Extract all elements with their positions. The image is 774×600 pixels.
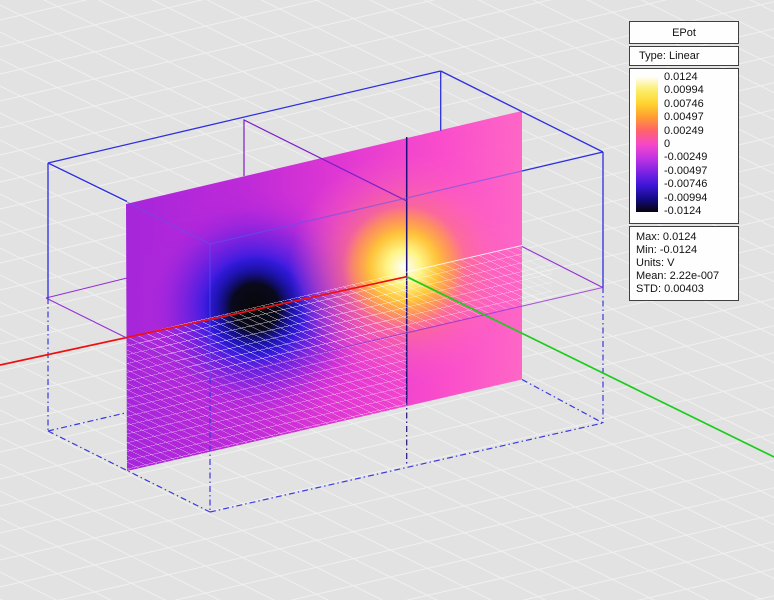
simulation-window: EPot Type: Linear 0.01240.009940.007460.… (0, 0, 774, 600)
colorbar-tick-label: -0.00994 (664, 192, 707, 204)
stat-line: Units: V (636, 257, 738, 270)
stat-line: STD: 0.00403 (636, 283, 738, 296)
stat-line: Mean: 2.22e-007 (636, 270, 738, 283)
colorbar-gradient (636, 76, 658, 212)
colorbar-tick-label: -0.00249 (664, 151, 707, 163)
colorbar-tick-label: -0.00746 (664, 178, 707, 190)
legend-panel[interactable]: EPot Type: Linear 0.01240.009940.007460.… (629, 21, 739, 303)
colorbar-tick-label: 0.00994 (664, 84, 707, 96)
colorbar-tick-label: 0.00249 (664, 125, 707, 137)
colorbar-tick-label: 0.00746 (664, 98, 707, 110)
colorbar-tick-label: -0.0124 (664, 205, 707, 217)
colorbar-tick-label: 0.0124 (664, 71, 707, 83)
colorbar-tick-labels: 0.01240.009940.007460.004970.002490-0.00… (664, 71, 707, 217)
stat-line: Min: -0.0124 (636, 244, 738, 257)
colorbar-tick-label: 0.00497 (664, 111, 707, 123)
stat-line: Max: 0.0124 (636, 231, 738, 244)
legend-title: EPot (629, 21, 739, 44)
legend-stats-box: Max: 0.0124Min: -0.0124Units: VMean: 2.2… (629, 226, 739, 301)
legend-scale-type: Type: Linear (629, 46, 739, 66)
colorbar-tick-label: -0.00497 (664, 165, 707, 177)
colorbar-tick-label: 0 (664, 138, 707, 150)
colorbar-box: 0.01240.009940.007460.004970.002490-0.00… (629, 68, 739, 224)
